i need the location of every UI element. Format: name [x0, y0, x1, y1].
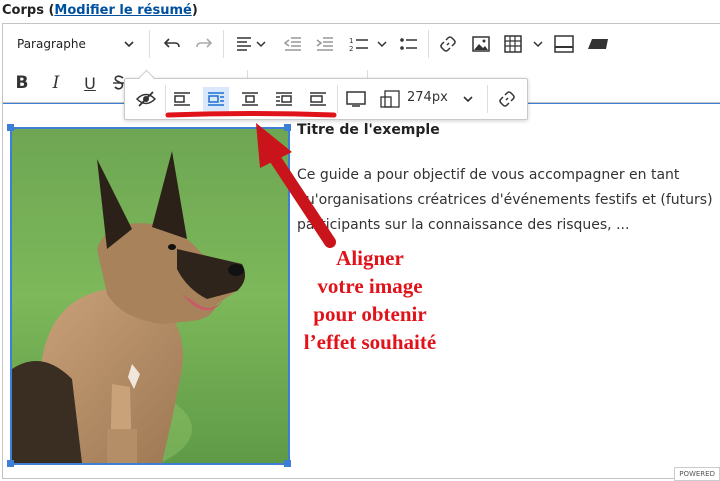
italic-icon: I [52, 73, 60, 93]
wrap-left-icon [208, 92, 224, 106]
align-icon [237, 37, 266, 51]
redo-icon [196, 38, 213, 48]
align-block-right-button[interactable] [271, 87, 297, 111]
outdent-button[interactable] [280, 31, 306, 57]
heading-dropdown[interactable]: Paragraphe [11, 31, 141, 57]
align-right-icon [310, 92, 326, 106]
eye-off-icon [136, 91, 156, 107]
custom-resize-button[interactable] [377, 87, 403, 111]
resize-box-icon [380, 90, 400, 108]
width-dropdown[interactable] [455, 87, 481, 111]
annotation-line: pour obtenir [313, 302, 427, 326]
undo-button[interactable] [158, 31, 186, 57]
chevron-down-icon [124, 41, 134, 48]
code-block-button[interactable] [584, 31, 612, 57]
table-icon [504, 35, 543, 53]
insert-table-dropdown[interactable] [502, 31, 546, 57]
horizontal-line-icon [554, 35, 574, 53]
resize-handle-top-left[interactable] [7, 124, 14, 131]
toolbar-divider [487, 85, 488, 113]
align-left-button[interactable] [169, 87, 195, 111]
annotation-line: Aligner [336, 246, 404, 270]
insert-image-button[interactable] [468, 31, 494, 57]
image-size-icon [346, 91, 366, 107]
indent-button[interactable] [312, 31, 338, 57]
toolbar-divider [428, 30, 429, 58]
undo-icon [163, 38, 180, 48]
resize-handle-bottom-right[interactable] [284, 460, 291, 467]
field-label-end: ) [191, 3, 198, 18]
bold-icon: B [15, 73, 29, 93]
powered-badge[interactable]: POWERED [674, 467, 720, 481]
align-center-icon [242, 92, 258, 106]
align-left-icon [174, 92, 190, 106]
numbered-list-dropdown[interactable]: 12 [346, 31, 390, 57]
selected-image[interactable] [10, 127, 290, 465]
align-dropdown[interactable] [231, 31, 271, 57]
field-label: Corps (Modifier le résumé) [2, 3, 198, 18]
svg-text:2: 2 [349, 45, 353, 53]
redo-button[interactable] [190, 31, 218, 57]
italic-button[interactable]: I [43, 70, 69, 96]
toolbar-divider [165, 85, 166, 113]
image-link-button[interactable] [494, 87, 520, 111]
toolbar-divider [223, 30, 224, 58]
toggle-caption-button[interactable] [133, 87, 159, 111]
align-block-left-button[interactable] [203, 87, 229, 111]
svg-text:1: 1 [349, 37, 353, 45]
heading-dropdown-label: Paragraphe [17, 37, 86, 51]
chevron-down-icon [463, 96, 473, 103]
align-center-button[interactable] [237, 87, 263, 111]
underline-button[interactable]: U [77, 70, 103, 96]
wrap-right-icon [276, 92, 292, 106]
bulleted-list-icon [400, 38, 417, 50]
code-block-icon [588, 39, 608, 49]
bold-button[interactable]: B [9, 70, 35, 96]
field-label-text: Corps ( [2, 3, 55, 18]
link-icon [440, 36, 456, 52]
image-resize-button[interactable] [343, 87, 369, 111]
annotation-text: Aligner votre image pour obtenir l’effet… [292, 244, 448, 356]
content-paragraph: Ce guide a pour objectif de vous accompa… [297, 167, 713, 233]
resize-handle-bottom-left[interactable] [7, 460, 14, 467]
align-right-button[interactable] [305, 87, 331, 111]
image-width-value[interactable]: 274px [407, 90, 448, 105]
image-icon [472, 36, 490, 52]
resize-handle-top-right[interactable] [284, 124, 291, 131]
outdent-icon [284, 37, 301, 51]
edit-summary-link[interactable]: Modifier le résumé [54, 3, 191, 18]
numbered-list-icon: 12 [349, 37, 387, 53]
annotation-line: votre image [317, 274, 423, 298]
image-toolbar: 274px [124, 69, 528, 120]
annotation-line: l’effet souhaité [303, 330, 437, 354]
link-button[interactable] [435, 31, 461, 57]
link-icon [499, 91, 515, 107]
underline-icon: U [84, 73, 96, 93]
dog-photo [12, 129, 288, 463]
indent-icon [316, 37, 333, 51]
content-title: Titre de l'exemple [297, 122, 440, 138]
toolbar-divider [149, 30, 150, 58]
horizontal-line-button[interactable] [551, 31, 577, 57]
bulleted-list-button[interactable] [396, 31, 422, 57]
toolbar-divider [337, 85, 338, 113]
